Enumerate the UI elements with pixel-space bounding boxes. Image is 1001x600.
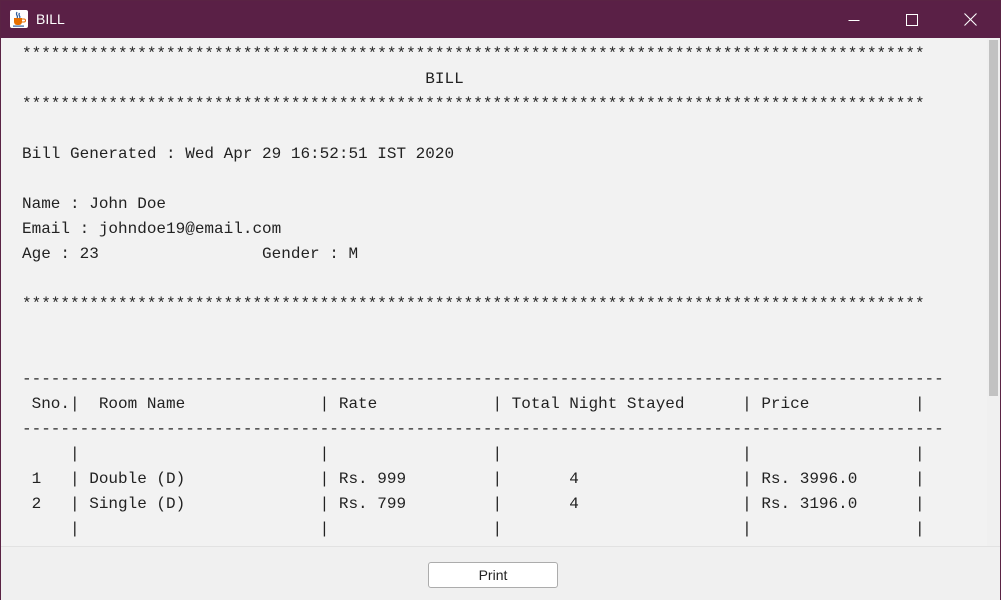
title-bar[interactable]: BILL <box>1 1 1000 38</box>
maximize-button[interactable] <box>883 1 941 38</box>
customer-email-line: Email : johndoe19@email.com <box>22 220 282 238</box>
table-row: 2 | Single (D) | Rs. 799 | 4 | Rs. 3196.… <box>22 495 925 513</box>
table-divider: ----------------------------------------… <box>22 370 944 388</box>
minimize-icon <box>848 19 860 21</box>
bill-window: BILL ***********************************… <box>0 0 1001 600</box>
table-divider: ----------------------------------------… <box>22 420 944 438</box>
window-title: BILL <box>36 11 65 27</box>
close-icon <box>963 13 977 26</box>
print-button[interactable]: Print <box>428 562 558 588</box>
bill-generated-line: Bill Generated : Wed Apr 29 16:52:51 IST… <box>22 145 455 163</box>
minimize-button[interactable] <box>825 1 883 38</box>
scrollbar-thumb[interactable] <box>989 40 998 396</box>
customer-name-line: Name : John Doe <box>22 195 167 213</box>
table-row: | | | | | <box>22 520 925 538</box>
bill-text-area[interactable]: ****************************************… <box>1 38 1000 547</box>
table-row: | | | | | <box>22 445 925 463</box>
bill-line: ****************************************… <box>22 295 925 313</box>
bill-line: ****************************************… <box>22 95 925 113</box>
table-header-row: Sno.| Room Name | Rate | Total Night Sta… <box>22 395 925 413</box>
table-row: 1 | Double (D) | Rs. 999 | 4 | Rs. 3996.… <box>22 470 925 488</box>
close-button[interactable] <box>941 1 999 38</box>
bill-heading: BILL <box>22 70 464 88</box>
java-cup-icon <box>10 10 28 28</box>
customer-age-gender-line: Age : 23 Gender : M <box>22 245 359 263</box>
maximize-icon <box>906 13 918 26</box>
button-bar: Print <box>1 547 1000 600</box>
bill-text: ****************************************… <box>22 42 944 542</box>
vertical-scrollbar[interactable] <box>987 38 1000 546</box>
bill-line: ****************************************… <box>22 45 925 63</box>
